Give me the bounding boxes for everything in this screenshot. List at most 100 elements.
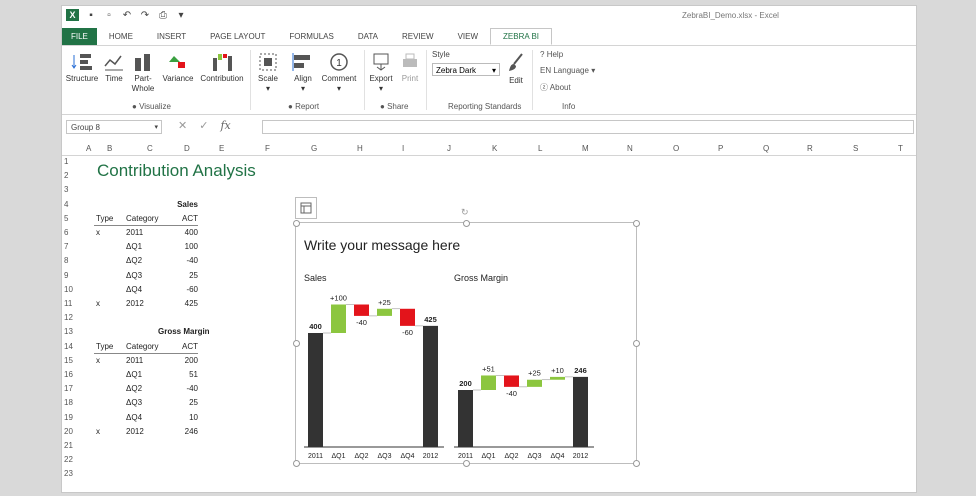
column-header[interactable]: M <box>582 144 589 153</box>
row-header[interactable]: 8 <box>64 256 68 265</box>
row-header[interactable]: 17 <box>64 384 73 393</box>
redo-icon[interactable]: ↷ <box>139 9 151 21</box>
row-header[interactable]: 11 <box>64 299 72 308</box>
row-header[interactable]: 12 <box>64 313 73 322</box>
row-header[interactable]: 21 <box>64 441 73 450</box>
row-header[interactable]: 14 <box>64 342 73 351</box>
x-tick-label: ΔQ1 <box>481 453 495 460</box>
resize-handle[interactable] <box>463 460 470 467</box>
customize-qat-icon[interactable]: ▾ <box>175 9 187 21</box>
table-cell: 2011 <box>126 355 144 365</box>
row-header[interactable]: 20 <box>64 427 73 436</box>
column-header[interactable]: B <box>107 144 112 153</box>
save-icon[interactable]: ▪ <box>85 9 97 21</box>
column-header[interactable]: O <box>673 144 679 153</box>
column-header[interactable]: K <box>492 144 497 153</box>
variance-button[interactable]: Variance <box>160 52 196 84</box>
tab-insert[interactable]: INSERT <box>145 28 198 45</box>
tab-file[interactable]: FILE <box>62 28 97 45</box>
tab-review[interactable]: REVIEW <box>390 28 446 45</box>
new-file-icon[interactable]: ▫ <box>103 9 115 21</box>
resize-handle[interactable] <box>633 220 640 227</box>
row-header[interactable]: 18 <box>64 398 73 407</box>
print-preview-icon[interactable]: ⎙ <box>157 9 169 21</box>
row-header[interactable]: 9 <box>64 271 68 280</box>
enter-icon[interactable]: ✓ <box>199 119 208 132</box>
name-box[interactable]: Group 8 ▾ <box>66 120 162 134</box>
column-header[interactable]: G <box>311 144 317 153</box>
chart-layout-button[interactable] <box>295 197 317 219</box>
column-header[interactable]: R <box>807 144 813 153</box>
cancel-icon[interactable]: ✕ <box>178 119 187 132</box>
x-tick-label: ΔQ3 <box>527 453 541 460</box>
contribution-button[interactable]: Contribution <box>199 52 245 84</box>
resize-handle[interactable] <box>633 340 640 347</box>
row-header[interactable]: 16 <box>64 370 73 379</box>
edit-button[interactable]: Edit <box>504 52 528 86</box>
comment-button[interactable]: 1 Comment ▾ <box>319 52 359 94</box>
row-header[interactable]: 19 <box>64 413 73 422</box>
tab-formulas[interactable]: FORMULAS <box>277 28 345 45</box>
column-header[interactable]: N <box>627 144 633 153</box>
column-header[interactable]: E <box>219 144 224 153</box>
column-header[interactable]: L <box>538 144 542 153</box>
column-header[interactable]: S <box>853 144 858 153</box>
contribution-chart[interactable]: Write your message here Sales 400 2011 +100… <box>293 207 640 467</box>
resize-handle[interactable] <box>293 340 300 347</box>
row-header[interactable]: 22 <box>64 455 73 464</box>
about-button[interactable]: ⓩ About <box>540 82 571 93</box>
chart-bar <box>308 333 323 447</box>
row-header[interactable]: 5 <box>64 214 68 223</box>
insert-function-icon[interactable]: fx <box>220 119 230 132</box>
column-header[interactable]: J <box>447 144 451 153</box>
rotate-handle-icon[interactable]: ↻ <box>461 207 469 218</box>
row-header[interactable]: 3 <box>64 185 68 194</box>
table-cell: 25 <box>189 270 198 280</box>
structure-button[interactable]: Structure <box>65 52 99 84</box>
row-header[interactable]: 1 <box>64 157 68 166</box>
tab-view[interactable]: VIEW <box>446 28 490 45</box>
print-button[interactable]: Print <box>398 52 422 84</box>
align-dropdown-icon[interactable]: ▾ <box>301 84 305 93</box>
table-cell: 246 <box>184 426 198 436</box>
row-header[interactable]: 6 <box>64 228 68 237</box>
column-header[interactable]: Q <box>763 144 769 153</box>
resize-handle[interactable] <box>633 460 640 467</box>
column-header[interactable]: T <box>898 144 903 153</box>
column-header[interactable]: C <box>147 144 153 153</box>
time-button[interactable]: Time <box>102 52 126 84</box>
scale-button[interactable]: Scale ▾ <box>256 52 280 94</box>
comment-dropdown-icon[interactable]: ▾ <box>337 84 341 93</box>
row-header[interactable]: 23 <box>64 469 73 478</box>
column-header[interactable]: F <box>265 144 270 153</box>
column-header[interactable]: D <box>184 144 190 153</box>
scale-dropdown-icon[interactable]: ▾ <box>266 84 270 93</box>
column-header[interactable]: I <box>402 144 404 153</box>
tab-zebra-bi[interactable]: ZEBRA BI <box>490 28 553 45</box>
resize-handle[interactable] <box>293 460 300 467</box>
row-header[interactable]: 4 <box>64 200 68 209</box>
resize-handle[interactable] <box>463 220 470 227</box>
row-header[interactable]: 15 <box>64 356 73 365</box>
resize-handle[interactable] <box>293 220 300 227</box>
tab-data[interactable]: DATA <box>346 28 390 45</box>
export-button[interactable]: Export ▾ <box>368 52 394 94</box>
tab-home[interactable]: HOME <box>97 28 145 45</box>
row-header[interactable]: 2 <box>64 171 68 180</box>
help-button[interactable]: ? Help <box>540 50 563 59</box>
row-header[interactable]: 13 <box>64 327 73 336</box>
language-button[interactable]: EN Language ▾ <box>540 66 595 75</box>
part-whole-button[interactable]: Part- Whole <box>130 52 156 94</box>
export-dropdown-icon[interactable]: ▾ <box>379 84 383 93</box>
tab-page-layout[interactable]: PAGE LAYOUT <box>198 28 277 45</box>
column-header[interactable]: H <box>357 144 363 153</box>
column-header[interactable]: P <box>718 144 723 153</box>
title-bar: X ▪ ▫ ↶ ↷ ⎙ ▾ ZebraBI_Demo.xlsx - Excel <box>62 6 916 26</box>
style-select[interactable]: Zebra Dark ▾ <box>432 63 500 76</box>
undo-icon[interactable]: ↶ <box>121 9 133 21</box>
row-header[interactable]: 10 <box>64 285 73 294</box>
row-header[interactable]: 7 <box>64 242 68 251</box>
column-header[interactable]: A <box>86 144 91 153</box>
formula-input[interactable] <box>262 120 914 134</box>
align-button[interactable]: Align ▾ <box>290 52 316 94</box>
